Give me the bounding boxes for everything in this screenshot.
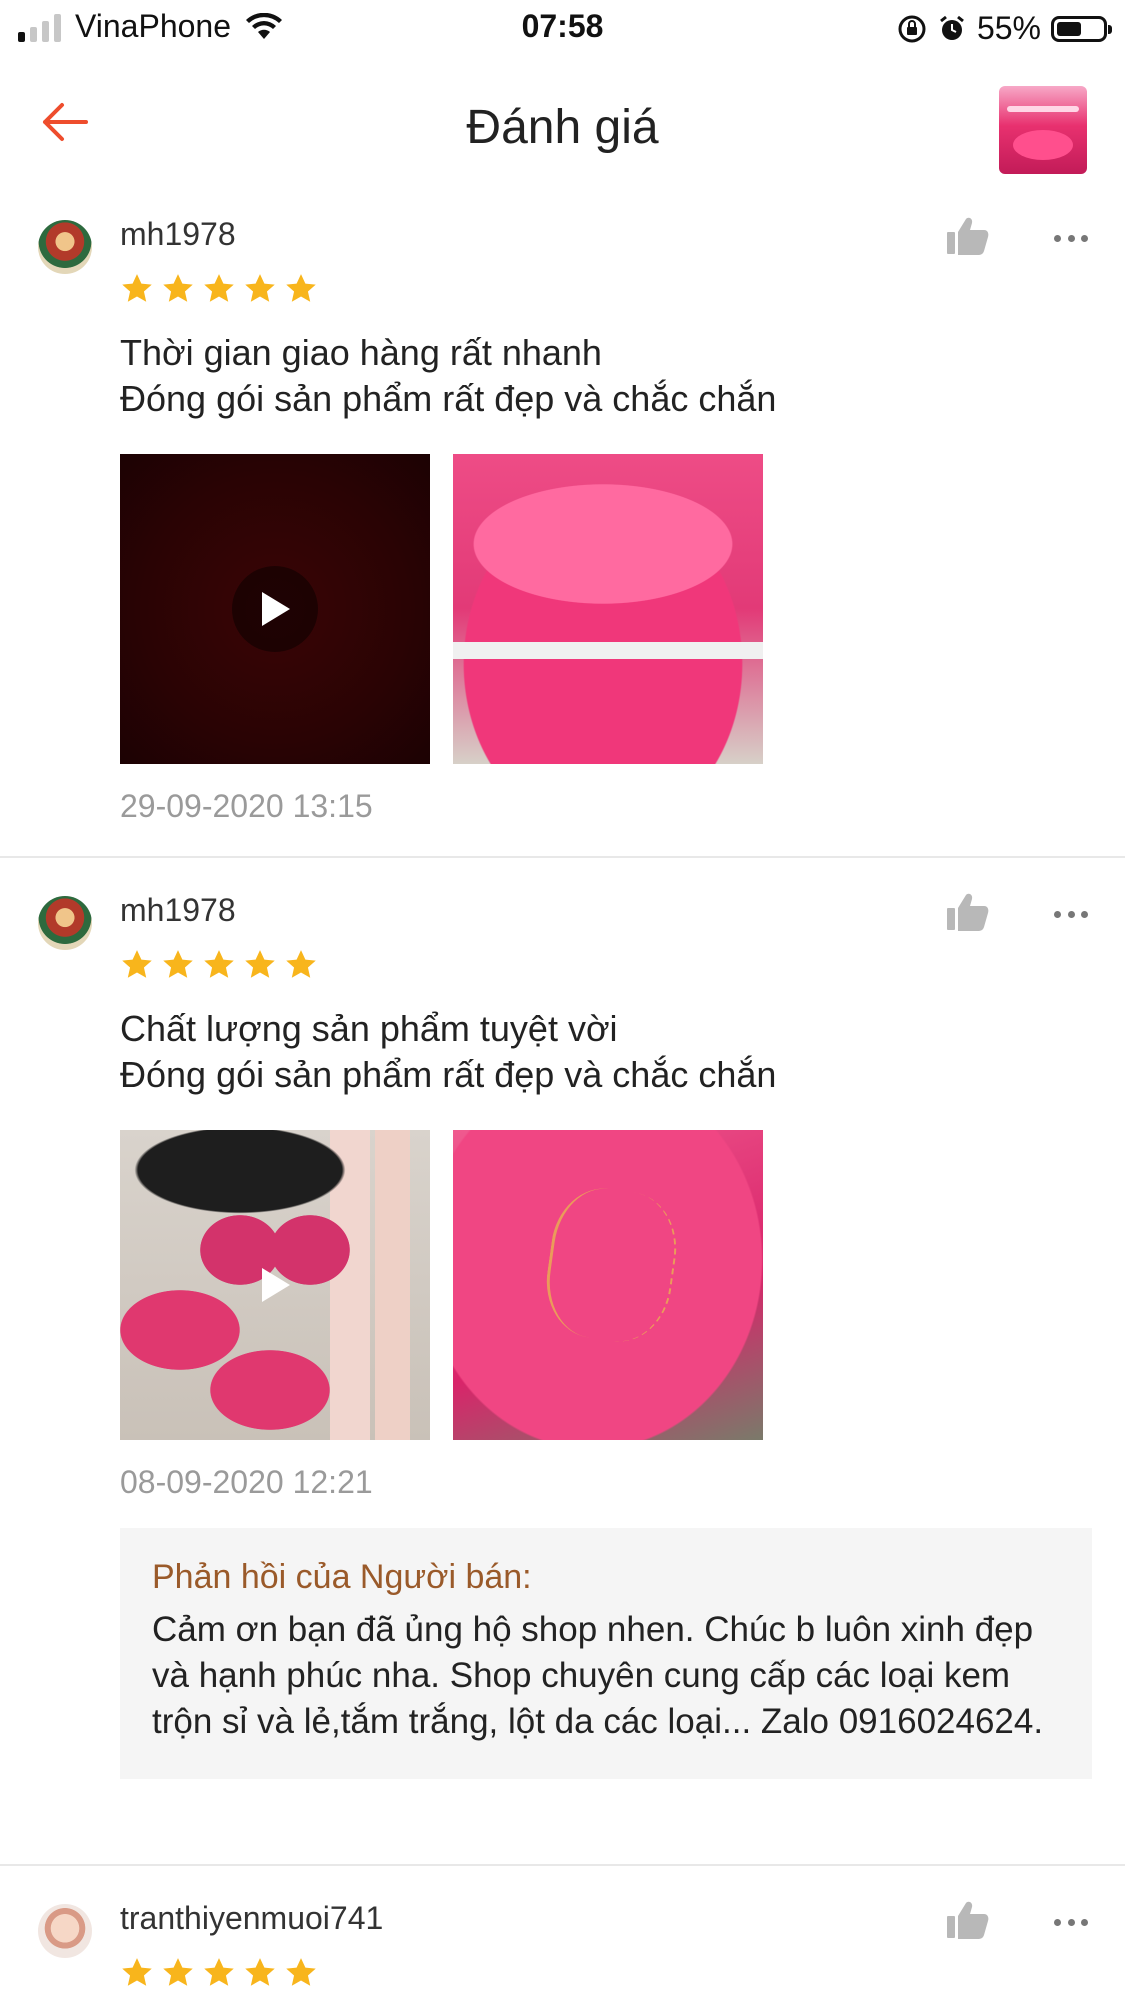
orientation-lock-icon [898,15,926,42]
review-video[interactable] [120,454,430,764]
review-text: Thời gian giao hàng rất nhanh Đóng gói s… [120,332,777,419]
status-right: 55% [897,10,1112,47]
rating-stars [120,948,318,982]
star-icon [163,1958,193,1986]
rating-stars [120,272,318,306]
divider [0,1864,1125,1866]
thumbs-up-icon[interactable] [946,1900,990,1940]
product-thumbnail[interactable] [999,86,1087,174]
play-icon[interactable] [232,566,318,652]
rating-stars [120,1956,318,1990]
divider [0,856,1125,858]
more-options-icon[interactable] [1054,909,1088,919]
review-photo[interactable] [453,1130,763,1440]
seller-reply-title: Phản hồi của Người bán: [152,1558,532,1596]
star-icon [286,950,316,978]
star-icon [163,950,193,978]
review-timestamp: 29-09-2020 13:15 [120,788,373,824]
seller-reply-text: Cảm ơn bạn đã ủng hộ shop nhen. Chúc b l… [152,1610,1044,1741]
review-username: mh1978 [120,216,236,252]
star-icon [204,1958,234,1986]
play-icon[interactable] [232,1242,318,1328]
battery-fill [1057,21,1082,36]
star-icon [245,1958,275,1986]
more-options-icon[interactable] [1054,233,1088,243]
star-icon [245,274,275,302]
review-timestamp: 08-09-2020 12:21 [120,1464,373,1500]
thumbs-up-icon[interactable] [946,892,990,932]
avatar[interactable] [38,896,92,950]
alarm-icon [940,15,964,40]
star-icon [286,1958,316,1986]
star-icon [122,1958,152,1986]
more-options-icon[interactable] [1054,1917,1088,1927]
star-icon [245,950,275,978]
review-item: mh1978 Thời gian giao hàng rất nhanh Đón… [0,202,1125,856]
review-username: mh1978 [120,892,236,928]
avatar[interactable] [38,1904,92,1958]
seller-reply: Phản hồi của Người bán: Cảm ơn bạn đã ủn… [120,1528,1092,1779]
avatar[interactable] [38,220,92,274]
review-text: Chất lượng sản phẩm tuyệt vời Đóng gói s… [120,1008,777,1095]
star-icon [122,950,152,978]
review-username: tranthiyenmuoi741 [120,1900,384,1936]
review-photo[interactable] [453,454,763,764]
battery-percent: 55% [976,10,1041,46]
app-header: Đánh giá [0,56,1125,202]
star-icon [163,274,193,302]
status-bar: VinaPhone 07:58 55% [0,0,1125,56]
thumbs-up-icon[interactable] [946,216,990,256]
page-title: Đánh giá [466,101,659,154]
review-video[interactable] [120,1130,430,1440]
star-icon [286,274,316,302]
product-label-graphic [539,1182,684,1348]
star-icon [204,950,234,978]
review-item: mh1978 Chất lượng sản phẩm tuyệt vời Đón… [0,878,1125,1858]
star-icon [122,274,152,302]
battery-icon [1051,15,1112,42]
review-item: tranthiyenmuoi741 [0,1886,1125,2000]
star-icon [204,274,234,302]
